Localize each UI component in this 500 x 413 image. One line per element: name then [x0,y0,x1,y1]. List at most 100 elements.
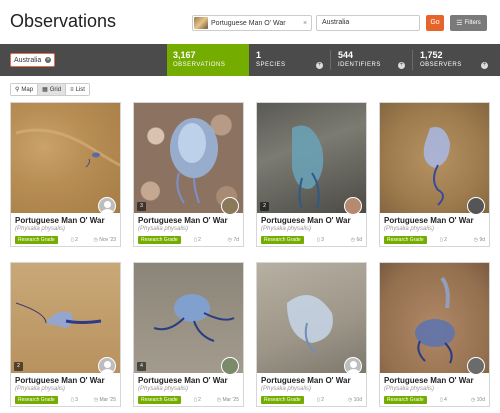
observation-title[interactable]: Portuguese Man O' War [261,216,351,225]
observer-avatar[interactable] [344,197,362,215]
divider [412,50,413,70]
stat-observations[interactable]: 3,167 OBSERVATIONS [167,44,249,76]
quality-badge: Research Grade [15,396,58,404]
identifiers-label: IDENTIFIERS [338,62,381,68]
quality-badge: Research Grade [15,236,58,244]
observer-avatar[interactable] [98,197,116,215]
identification-count: ▯ 3 [71,397,78,403]
grid-icon: ▦ [42,87,48,93]
observation-date: ◷ 7d [227,237,239,243]
view-toggle: ⚲ Map ▦ Grid ≡ List [10,83,90,96]
go-button[interactable]: Go [426,15,444,31]
stat-identifiers[interactable]: 544 IDENTIFIERS [332,44,412,76]
observer-avatar[interactable] [344,357,362,375]
stats-bar: Australia × 3,167 OBSERVATIONS 1 SPECIES… [0,44,500,76]
list-view-label: List [75,86,85,93]
observation-card[interactable]: 2 Portuguese Man O' War (Physalia physal… [10,262,121,407]
observation-title[interactable]: Portuguese Man O' War [384,216,474,225]
place-chip-label: Australia [14,56,42,64]
identification-count: ▯ 2 [71,237,78,243]
quality-badge: Research Grade [384,236,427,244]
sliders-icon: ☰ [456,20,463,27]
observation-card[interactable]: Portuguese Man O' War (Physalia physalis… [379,262,490,407]
taxon-thumbnail [194,17,208,29]
observer-avatar[interactable] [221,357,239,375]
species-expand-icon[interactable]: + [316,62,323,69]
scientific-name: (Physalia physalis) [15,386,66,392]
clear-icon[interactable]: × [303,20,311,27]
map-pin-icon: ⚲ [15,87,20,93]
observation-title[interactable]: Portuguese Man O' War [384,376,474,385]
scientific-name: (Physalia physalis) [261,226,312,232]
list-icon: ≡ [70,86,74,93]
scientific-name: (Physalia physalis) [138,226,189,232]
observation-title[interactable]: Portuguese Man O' War [261,376,351,385]
observation-title[interactable]: Portuguese Man O' War [138,376,228,385]
page-title: Observations [10,11,117,31]
quality-badge: Research Grade [138,396,181,404]
observation-card[interactable]: Portuguese Man O' War (Physalia physalis… [10,102,121,247]
observer-avatar[interactable] [221,197,239,215]
observation-card[interactable]: Portuguese Man O' War (Physalia physalis… [379,102,490,247]
species-count: 1 [256,50,262,60]
place-chip[interactable]: Australia × [10,53,56,67]
identifiers-expand-icon[interactable]: + [398,62,405,69]
observations-label: OBSERVATIONS [173,62,226,68]
quality-badge: Research Grade [384,396,427,404]
quality-badge: Research Grade [138,236,181,244]
observer-avatar[interactable] [467,357,485,375]
taxon-search-input[interactable]: Portuguese Man O' War × [192,15,312,31]
photo-count: 2 [14,362,23,371]
observation-card[interactable]: 2 Portuguese Man O' War (Physalia physal… [256,102,367,247]
observation-title[interactable]: Portuguese Man O' War [15,216,105,225]
scientific-name: (Physalia physalis) [384,386,435,392]
quality-badge: Research Grade [261,236,304,244]
photo-count: 3 [137,202,146,211]
observation-date: ◷ 10d [470,397,485,403]
scientific-name: (Physalia physalis) [261,386,312,392]
observation-date: ◷ 9d [473,237,485,243]
scientific-name: (Physalia physalis) [15,226,66,232]
observation-date: ◷ Mar '25 [93,397,116,403]
grid-view-label: Grid [49,86,62,93]
identification-count: ▯ 2 [194,237,201,243]
stat-observers[interactable]: 1,752 OBSERVERS [414,44,500,76]
map-view-button[interactable]: ⚲ Map [11,84,39,95]
observer-avatar[interactable] [98,357,116,375]
taxon-search-value: Portuguese Man O' War [211,19,286,27]
photo-count: 2 [260,202,269,211]
identifiers-count: 544 [338,50,354,60]
divider [330,50,331,70]
remove-place-icon[interactable]: × [45,57,52,63]
identification-count: ▯ 2 [317,397,324,403]
filters-label: Filters [464,20,481,26]
species-label: SPECIES [256,62,286,68]
observers-expand-icon[interactable]: + [481,62,488,69]
grid-view-button[interactable]: ▦ Grid [38,84,67,95]
observation-card[interactable]: 4 Portuguese Man O' War (Physalia physal… [133,262,244,407]
list-view-button[interactable]: ≡ List [66,84,89,95]
observation-date: ◷ Mar '25 [216,397,239,403]
stat-species[interactable]: 1 SPECIES [250,44,330,76]
observation-card[interactable]: Portuguese Man O' War (Physalia physalis… [256,262,367,407]
observation-date: ◷ 10d [347,397,362,403]
map-view-label: Map [21,86,34,93]
observations-count: 3,167 [173,50,196,60]
photo-count: 4 [137,362,146,371]
place-search-input[interactable]: Australia [316,15,420,31]
observation-title[interactable]: Portuguese Man O' War [138,216,228,225]
observation-card[interactable]: 3 Portuguese Man O' War (Physalia physal… [133,102,244,247]
quality-badge: Research Grade [261,396,304,404]
identification-count: ▯ 2 [440,237,447,243]
observer-avatar[interactable] [467,197,485,215]
identification-count: ▯ 2 [194,397,201,403]
observation-date: ◷ Nov '23 [93,237,116,243]
observers-count: 1,752 [420,50,443,60]
scientific-name: (Physalia physalis) [138,386,189,392]
filters-button[interactable]: ☰ Filters [450,15,487,31]
observation-title[interactable]: Portuguese Man O' War [15,376,105,385]
identification-count: ▯ 3 [317,237,324,243]
scientific-name: (Physalia physalis) [384,226,435,232]
top-header: Observations Portuguese Man O' War × Aus… [0,0,500,44]
observation-date: ◷ 6d [350,237,362,243]
